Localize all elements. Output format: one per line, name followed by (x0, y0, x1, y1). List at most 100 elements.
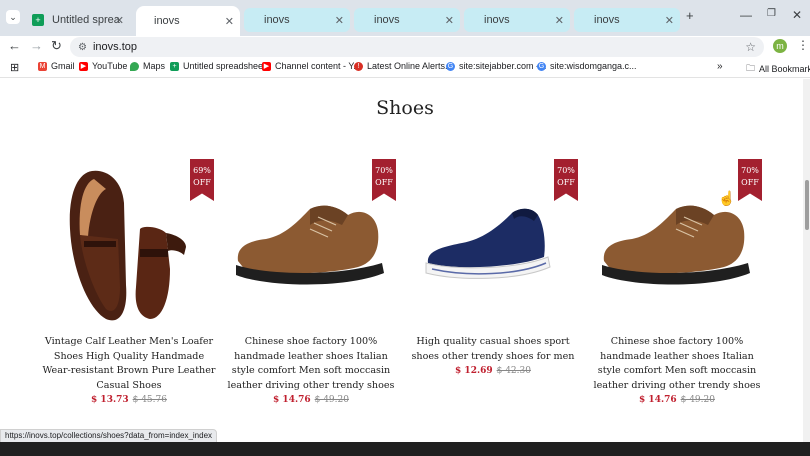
profile-avatar[interactable]: m (773, 39, 787, 53)
discount-percent: 69% (193, 166, 211, 175)
browser-toolbar: ← → ↻ ⚙ inovs.top ☆ m ⋮ (0, 36, 810, 58)
discount-off: OFF (193, 178, 211, 187)
tab-label: inovs (484, 14, 510, 26)
gmail-icon: M (38, 61, 47, 71)
bookmark-label: Gmail (51, 61, 75, 71)
reload-icon[interactable]: ↻ (51, 38, 62, 54)
bookmark-gmail[interactable]: M Gmail (38, 61, 75, 71)
product-title[interactable]: Vintage Calf Leather Men's Loafer Shoes … (40, 335, 218, 393)
discount-percent: 70% (557, 166, 575, 175)
tab-label: inovs (374, 14, 400, 26)
product-image-suede-derby[interactable] (592, 159, 762, 324)
maps-icon (130, 61, 139, 71)
page-scrollbar[interactable] (803, 79, 810, 442)
tab-inovs[interactable]: inovs ✕ (574, 8, 680, 32)
close-icon[interactable]: ✕ (115, 14, 124, 27)
product-card[interactable]: 70% OFF Chinese shoe factory 100% handmad… (226, 159, 396, 439)
bookmark-star-icon[interactable]: ☆ (745, 40, 756, 54)
bookmark-wisdomganga[interactable]: Gsite:wisdomganga.c... (537, 61, 637, 71)
bookmark-youtube[interactable]: ▶ YouTube (79, 61, 127, 71)
more-bookmarks-icon[interactable]: » (717, 61, 723, 72)
bookmark-label: Untitled spreadshee... (183, 61, 271, 71)
product-card[interactable]: 70% OFF High quality casual shoes sport s… (408, 159, 578, 439)
discount-off: OFF (741, 178, 759, 187)
product-image-brown-loafers[interactable] (44, 159, 214, 324)
menu-icon[interactable]: ⋮ (797, 38, 809, 52)
product-card[interactable]: 70% OFF Chinese shoe factory 100% handmad… (592, 159, 762, 439)
site-info-icon[interactable]: ⚙ (78, 42, 87, 53)
tab-label: inovs (154, 15, 180, 27)
tab-spreadsheet[interactable]: + Untitled spreadsheet ✕ (24, 8, 130, 32)
original-price: $ 42.30 (496, 366, 531, 376)
bookmark-label: Latest Online Alerts... (367, 61, 453, 71)
restore-icon[interactable]: ❐ (767, 8, 776, 19)
forward-icon[interactable]: → (30, 38, 43, 53)
tab-inovs-active[interactable]: inovs ✕ (136, 6, 240, 36)
original-price: $ 45.76 (132, 395, 167, 405)
product-price: $ 12.69 $ 42.30 (408, 366, 578, 376)
bookmark-channel-content[interactable]: ▶ Channel content - Y... (262, 61, 361, 71)
sale-price: $ 13.73 (91, 395, 129, 405)
product-image-suede-derby[interactable] (226, 159, 396, 324)
all-bookmarks-label: All Bookmarks (759, 64, 810, 74)
product-title[interactable]: Chinese shoe factory 100% handmade leath… (588, 335, 766, 393)
os-taskbar (0, 442, 810, 456)
minimize-icon[interactable]: — (740, 8, 752, 22)
folder-icon: 🗀 (746, 63, 756, 73)
product-image-navy-slip-on[interactable] (408, 159, 578, 324)
close-icon[interactable]: ✕ (225, 15, 234, 28)
tab-inovs[interactable]: inovs ✕ (464, 8, 570, 32)
sheets-icon: + (32, 14, 44, 26)
product-card[interactable]: 69% OFF Vintage Calf Leather Men's Loafer… (42, 159, 216, 439)
back-icon[interactable]: ← (8, 38, 21, 53)
link-status-bar: https://inovs.top/collections/shoes?data… (0, 429, 218, 443)
bookmark-label: Channel content - Y... (275, 61, 361, 71)
sale-price: $ 14.76 (273, 395, 311, 405)
original-price: $ 49.20 (314, 395, 349, 405)
close-icon[interactable]: ✕ (555, 14, 564, 27)
sale-price: $ 12.69 (455, 366, 493, 376)
discount-percent: 70% (375, 166, 393, 175)
tab-inovs[interactable]: inovs ✕ (244, 8, 350, 32)
page-content: Shoes 69% OFF Vintage Calf Leather Men's … (0, 79, 810, 442)
new-tab-button[interactable]: + (686, 8, 694, 23)
product-price: $ 14.76 $ 49.20 (592, 395, 762, 405)
google-icon: G (446, 61, 455, 71)
bookmarks-bar: ⊞ M Gmail ▶ YouTube Maps + Untitled spreads… (0, 58, 810, 78)
hand-cursor-icon: ☝ (718, 190, 736, 206)
address-bar[interactable]: ⚙ inovs.top ☆ (70, 37, 764, 57)
close-icon[interactable]: ✕ (335, 14, 344, 27)
sheets-icon: + (170, 61, 179, 71)
url-text: inovs.top (92, 41, 137, 53)
scrollbar-thumb[interactable] (805, 180, 809, 230)
close-icon[interactable]: ✕ (445, 14, 454, 27)
bookmark-label: Maps (143, 61, 166, 71)
bookmark-label: site:wisdomganga.c... (550, 61, 637, 71)
apps-icon[interactable]: ⊞ (10, 61, 19, 74)
window-close-icon[interactable]: ✕ (792, 8, 802, 22)
page-title: Shoes (376, 97, 434, 119)
youtube-icon: ▶ (262, 61, 271, 71)
tab-strip: ⌄ + Untitled spreadsheet ✕ inovs ✕ inovs… (0, 0, 810, 36)
bookmark-spreadsheet[interactable]: + Untitled spreadshee... (170, 61, 271, 71)
tab-label: inovs (594, 14, 620, 26)
tab-label: Untitled spreadsheet (52, 14, 120, 26)
youtube-icon: ▶ (79, 61, 88, 71)
product-title[interactable]: High quality casual shoes sport shoes ot… (404, 335, 582, 364)
sale-price: $ 14.76 (639, 395, 677, 405)
discount-off: OFF (557, 178, 575, 187)
product-title[interactable]: Chinese shoe factory 100% handmade leath… (222, 335, 400, 393)
discount-percent: 70% (741, 166, 759, 175)
bookmark-latest-alerts[interactable]: ! Latest Online Alerts... (354, 61, 453, 71)
tab-search-button[interactable]: ⌄ (6, 10, 20, 24)
close-icon[interactable]: ✕ (665, 14, 674, 27)
discount-off: OFF (375, 178, 393, 187)
all-bookmarks[interactable]: 🗀All Bookmarks (746, 61, 810, 77)
alert-icon: ! (354, 61, 363, 71)
bookmark-sitejabber[interactable]: Gsite:sitejabber.com -... (446, 61, 547, 71)
bookmark-maps[interactable]: Maps (130, 61, 165, 71)
bookmark-label: YouTube (92, 61, 128, 71)
product-price: $ 13.73 $ 45.76 (44, 395, 214, 405)
tab-inovs[interactable]: inovs ✕ (354, 8, 460, 32)
tab-label: inovs (264, 14, 290, 26)
